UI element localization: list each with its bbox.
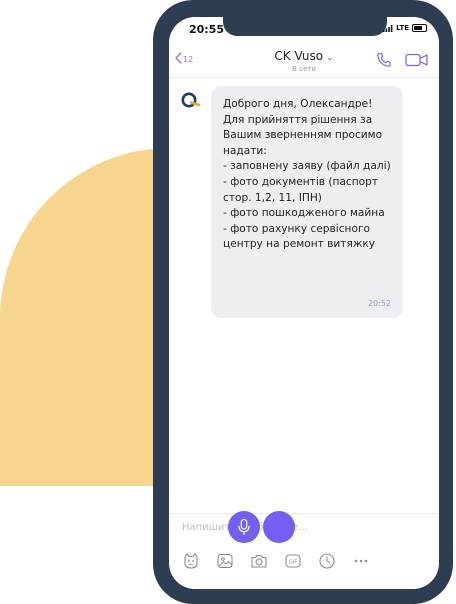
clock-icon[interactable] — [316, 550, 338, 572]
phone-notch — [223, 17, 387, 36]
secondary-action-button[interactable] — [263, 511, 295, 543]
camera-icon[interactable] — [248, 550, 270, 572]
chat-title-group[interactable]: CK Vuso ⌄ В сети — [169, 45, 439, 73]
svg-text:GIF: GIF — [289, 560, 297, 566]
composer-toolbar: GIF — [180, 550, 372, 572]
online-status: В сети — [292, 65, 316, 73]
composer: Напишите сообщение... — [169, 513, 439, 589]
video-camera-icon[interactable] — [405, 53, 429, 67]
signal-icon — [383, 24, 393, 32]
company-logo-avatar — [181, 92, 201, 108]
gallery-icon[interactable] — [214, 550, 236, 572]
message-time: 20:52 — [367, 299, 391, 308]
microphone-icon — [238, 518, 250, 536]
chevron-down-icon: ⌄ — [326, 53, 334, 63]
message-text: Доброго дня, Олександре! Для прийняття р… — [223, 98, 391, 251]
network-label: LTE — [396, 24, 409, 32]
message-bubble[interactable]: Доброго дня, Олександре! Для прийняття р… — [211, 86, 403, 318]
phone-icon[interactable] — [376, 52, 392, 68]
chat-title: CK Vuso — [274, 49, 324, 63]
voice-message-button[interactable] — [228, 511, 260, 543]
more-icon[interactable] — [350, 550, 372, 572]
status-time: 20:55 — [189, 23, 225, 36]
battery-icon — [412, 24, 427, 32]
chat-header: 12 CK Vuso ⌄ В сети — [169, 39, 439, 78]
status-indicators: LTE — [383, 24, 427, 32]
phone-screen: 20:55 LTE 12 CK Vuso ⌄ В сети Доброго дн… — [169, 17, 439, 589]
gif-icon[interactable]: GIF — [282, 550, 304, 572]
sticker-icon[interactable] — [180, 550, 202, 572]
